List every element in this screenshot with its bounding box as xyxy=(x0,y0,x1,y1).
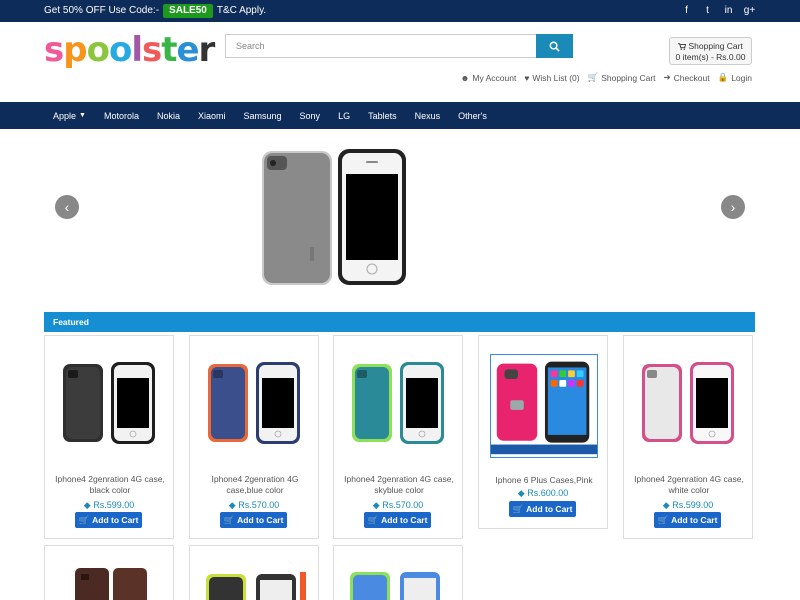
cart-summary-title: Shopping Cart xyxy=(670,41,751,52)
add-to-cart-button[interactable]: 🛒 Add to Cart xyxy=(509,501,576,517)
product-price: ◆ Rs.570.00 xyxy=(372,500,424,510)
product-price: ◆ Rs.599.00 xyxy=(83,500,135,510)
promo-code-badge: SALE50 xyxy=(163,4,213,18)
tag-icon: ◆ xyxy=(83,500,91,510)
slider-next-button[interactable]: › xyxy=(721,195,745,219)
main-nav: Apple ▼ Motorola Nokia Xiaomi Samsung Son… xyxy=(0,102,800,129)
search-button[interactable] xyxy=(536,34,573,58)
site-logo[interactable]: spoolster xyxy=(44,30,215,70)
tag-icon: ◆ xyxy=(372,500,380,510)
product-price: ◆ Rs.570.00 xyxy=(228,500,280,510)
cart-icon xyxy=(678,43,687,50)
product-image[interactable] xyxy=(490,354,598,458)
heart-icon: ♥ xyxy=(524,72,530,83)
nav-item-nokia[interactable]: Nokia xyxy=(157,111,180,121)
product-name[interactable]: Iphone4 2genration 4G case,blue color xyxy=(196,474,314,496)
slider-prev-button[interactable]: ‹ xyxy=(55,195,79,219)
search-icon xyxy=(549,41,560,52)
product-name[interactable]: Iphone4 2genration 4G case, skyblue colo… xyxy=(340,474,458,496)
cart-icon: 🛒 xyxy=(512,503,524,514)
chevron-left-icon: ‹ xyxy=(64,199,70,215)
google-plus-icon[interactable]: g+ xyxy=(739,0,760,22)
checkout-link[interactable]: ➜ Checkout xyxy=(664,72,710,83)
lock-icon: 🔒 xyxy=(717,72,729,82)
tag-icon: ◆ xyxy=(662,500,670,510)
product-image[interactable] xyxy=(344,348,454,448)
search-input[interactable] xyxy=(225,34,537,58)
cart-icon: 🛒 xyxy=(78,514,90,525)
featured-heading: Featured xyxy=(44,312,755,332)
product-image[interactable] xyxy=(200,572,310,600)
linkedin-icon[interactable]: in xyxy=(718,0,739,22)
nav-item-xiaomi[interactable]: Xiaomi xyxy=(198,111,226,121)
promo-terms: T&C Apply. xyxy=(216,5,267,16)
banner-slider: ‹ › xyxy=(0,129,800,307)
product-card[interactable]: Iphone4 2genration 4G case,blue color ◆ … xyxy=(189,335,319,539)
twitter-icon[interactable]: t xyxy=(697,0,718,22)
product-image[interactable] xyxy=(344,570,454,600)
cart-icon: 🛒 xyxy=(657,514,669,525)
product-card[interactable]: Iphone4 2genration 4G case, skyblue colo… xyxy=(333,335,463,539)
cart-summary-count: 0 item(s) - Rs.0.00 xyxy=(675,52,746,62)
nav-item-samsung[interactable]: Samsung xyxy=(244,111,282,121)
nav-item-nexus[interactable]: Nexus xyxy=(415,111,441,121)
add-to-cart-button[interactable]: 🛒 Add to Cart xyxy=(220,512,287,528)
add-to-cart-button[interactable]: 🛒 Add to Cart xyxy=(654,512,721,528)
cart-icon: 🛒 xyxy=(367,514,379,525)
account-links: ☻ My Account ♥ Wish List (0) 🛒 Shopping Car… xyxy=(460,72,752,83)
shopping-cart-link[interactable]: 🛒 Shopping Cart xyxy=(588,72,656,83)
promo-bar: Get 50% OFF Use Code:- SALE50 T&C Apply.… xyxy=(0,0,800,22)
login-link[interactable]: 🔒 Login xyxy=(718,72,752,83)
product-card[interactable] xyxy=(189,545,319,600)
nav-item-apple[interactable]: Apple ▼ xyxy=(53,111,86,121)
chevron-right-icon: › xyxy=(730,199,736,215)
product-card[interactable]: Iphone 6 Plus Cases,Pink ◆ Rs.600.00 🛒 Ad… xyxy=(478,335,608,529)
my-account-link[interactable]: ☻ My Account xyxy=(460,72,516,83)
product-card[interactable] xyxy=(333,545,463,600)
product-image[interactable] xyxy=(634,348,744,448)
tag-icon: ◆ xyxy=(228,500,236,510)
product-card[interactable]: Iphone4 2genration 4G case, black color … xyxy=(44,335,174,539)
nav-item-others[interactable]: Other's xyxy=(458,111,487,121)
product-image[interactable] xyxy=(55,568,165,600)
nav-item-lg[interactable]: LG xyxy=(338,111,350,121)
product-image[interactable] xyxy=(55,348,165,448)
add-to-cart-button[interactable]: 🛒 Add to Cart xyxy=(364,512,431,528)
cart-summary-button[interactable]: Shopping Cart 0 item(s) - Rs.0.00 xyxy=(669,37,752,65)
product-name[interactable]: Iphone4 2genration 4G case, white color xyxy=(630,474,748,496)
checkout-icon: ➜ xyxy=(663,72,671,82)
chevron-down-icon: ▼ xyxy=(79,112,86,119)
product-image[interactable] xyxy=(200,348,310,448)
product-price: ◆ Rs.599.00 xyxy=(662,500,714,510)
product-name[interactable]: Iphone4 2genration 4G case, black color xyxy=(51,474,169,496)
product-card[interactable] xyxy=(44,545,174,600)
banner-phone-case-image xyxy=(262,149,406,285)
add-to-cart-button[interactable]: 🛒 Add to Cart xyxy=(75,512,142,528)
product-price: ◆ Rs.600.00 xyxy=(517,488,569,498)
facebook-icon[interactable]: f xyxy=(676,0,697,22)
product-card[interactable]: Iphone4 2genration 4G case, white color … xyxy=(623,335,753,539)
social-links: f t in g+ xyxy=(676,0,760,22)
tag-icon: ◆ xyxy=(517,488,525,498)
promo-text: Get 50% OFF Use Code:- SALE50 T&C Apply. xyxy=(44,0,266,22)
product-name[interactable]: Iphone 6 Plus Cases,Pink xyxy=(485,475,603,486)
promo-label: Get 50% OFF Use Code:- xyxy=(44,5,160,16)
cart-icon: 🛒 xyxy=(587,72,599,82)
cart-icon: 🛒 xyxy=(223,514,235,525)
nav-item-sony[interactable]: Sony xyxy=(300,111,321,121)
wish-list-link[interactable]: ♥ Wish List (0) xyxy=(524,72,579,83)
nav-item-tablets[interactable]: Tablets xyxy=(368,111,397,121)
nav-item-motorola[interactable]: Motorola xyxy=(104,111,139,121)
user-icon: ☻ xyxy=(460,72,470,83)
